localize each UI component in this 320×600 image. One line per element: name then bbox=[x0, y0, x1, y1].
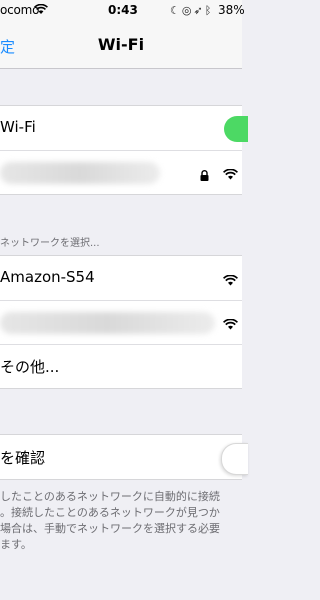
rotation-lock-icon: ◎ bbox=[181, 4, 194, 17]
wifi-signal-icon bbox=[34, 3, 48, 18]
choose-network-header: ネットワークを選択... bbox=[0, 238, 100, 249]
ask-to-join-toggle-switch[interactable] bbox=[221, 443, 248, 475]
footer-line: ます。 bbox=[0, 538, 32, 551]
bluetooth-icon: ᛒ bbox=[204, 4, 214, 17]
networks-group: Amazon-S54 その他... bbox=[0, 255, 242, 389]
ask-to-join-group: を確認 bbox=[0, 434, 248, 480]
footer-line: 。接続したことのあるネットワークが見つか bbox=[0, 506, 220, 519]
other-network-row[interactable]: その他... bbox=[0, 344, 242, 388]
footer-line: したことのあるネットワークに自動的に接続 bbox=[0, 490, 220, 503]
lock-icon bbox=[200, 166, 209, 185]
other-network-label: その他... bbox=[0, 358, 60, 376]
network-row-blurred[interactable] bbox=[0, 300, 242, 344]
wifi-strength-icon bbox=[222, 315, 239, 334]
wifi-group: Wi-Fi bbox=[0, 105, 248, 195]
network-name: Amazon-S54 bbox=[0, 268, 95, 286]
wifi-toggle-row: Wi-Fi bbox=[0, 106, 248, 150]
wifi-toggle-label: Wi-Fi bbox=[0, 118, 36, 136]
wifi-toggle-switch[interactable] bbox=[224, 116, 248, 142]
page-title: Wi-Fi bbox=[97, 35, 145, 54]
network-row[interactable]: Amazon-S54 bbox=[0, 256, 242, 300]
location-icon: ➶ bbox=[193, 4, 205, 17]
ask-to-join-row: を確認 bbox=[0, 435, 248, 479]
connected-network-row[interactable] bbox=[0, 150, 242, 194]
status-bar: ocomo 0:43 ☾◎➶ᛒ 38% bbox=[0, 0, 245, 20]
clock: 0:43 bbox=[108, 3, 138, 17]
ask-to-join-label: を確認 bbox=[0, 449, 46, 467]
footer-line: 場合は、手動でネットワークを選択する必要 bbox=[0, 522, 220, 535]
battery-percentage: 38% bbox=[218, 3, 245, 17]
status-icons: ☾◎➶ᛒ bbox=[170, 4, 213, 17]
blurred-network-name bbox=[0, 312, 215, 334]
wifi-strength-icon bbox=[222, 165, 239, 184]
navigation-bar: 定 Wi-Fi bbox=[0, 20, 242, 69]
wifi-strength-icon bbox=[222, 271, 239, 290]
moon-icon: ☾ bbox=[170, 4, 182, 17]
ask-to-join-description: したことのあるネットワークに自動的に接続 。接続したことのあるネットワークが見つ… bbox=[0, 489, 260, 553]
blurred-network-name bbox=[0, 162, 160, 184]
